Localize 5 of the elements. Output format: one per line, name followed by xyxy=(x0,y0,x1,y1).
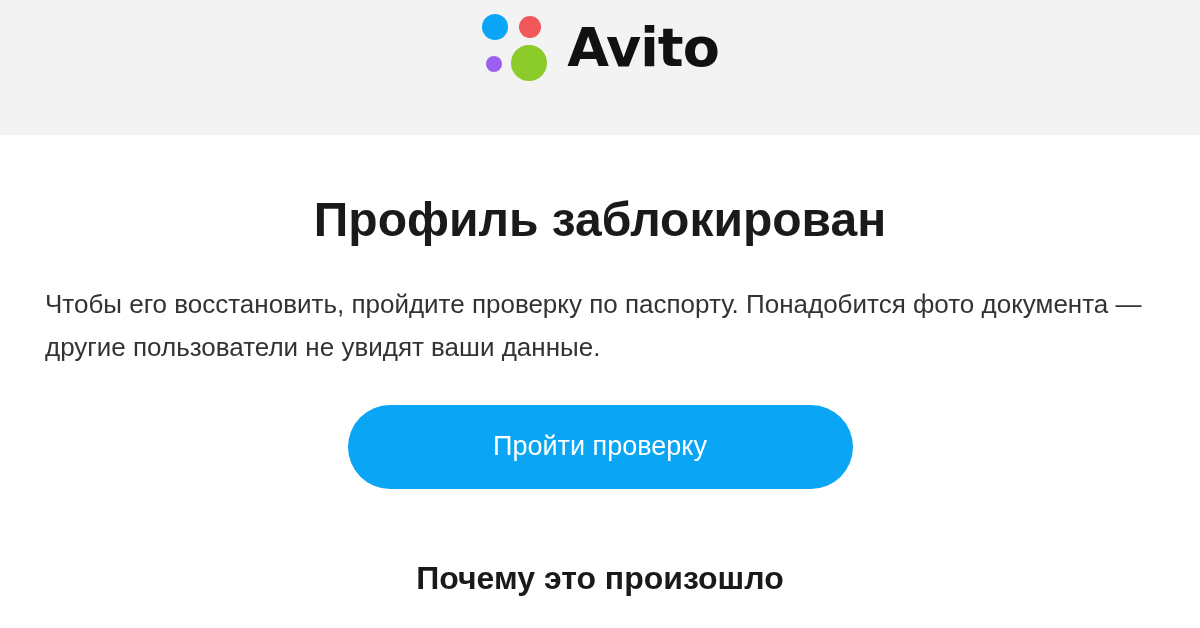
message-text: Чтобы его восстановить, пройдите проверку по паспорту. Понадобится фото документа — другие пользователи не увидят ваши данные. xyxy=(45,287,1143,364)
verify-button[interactable]: Пройти проверку xyxy=(347,404,853,489)
page-title: Профиль заблокирован xyxy=(312,192,888,248)
section-heading: Почему это произошло xyxy=(416,558,784,597)
logo-text: Avito xyxy=(567,20,719,75)
